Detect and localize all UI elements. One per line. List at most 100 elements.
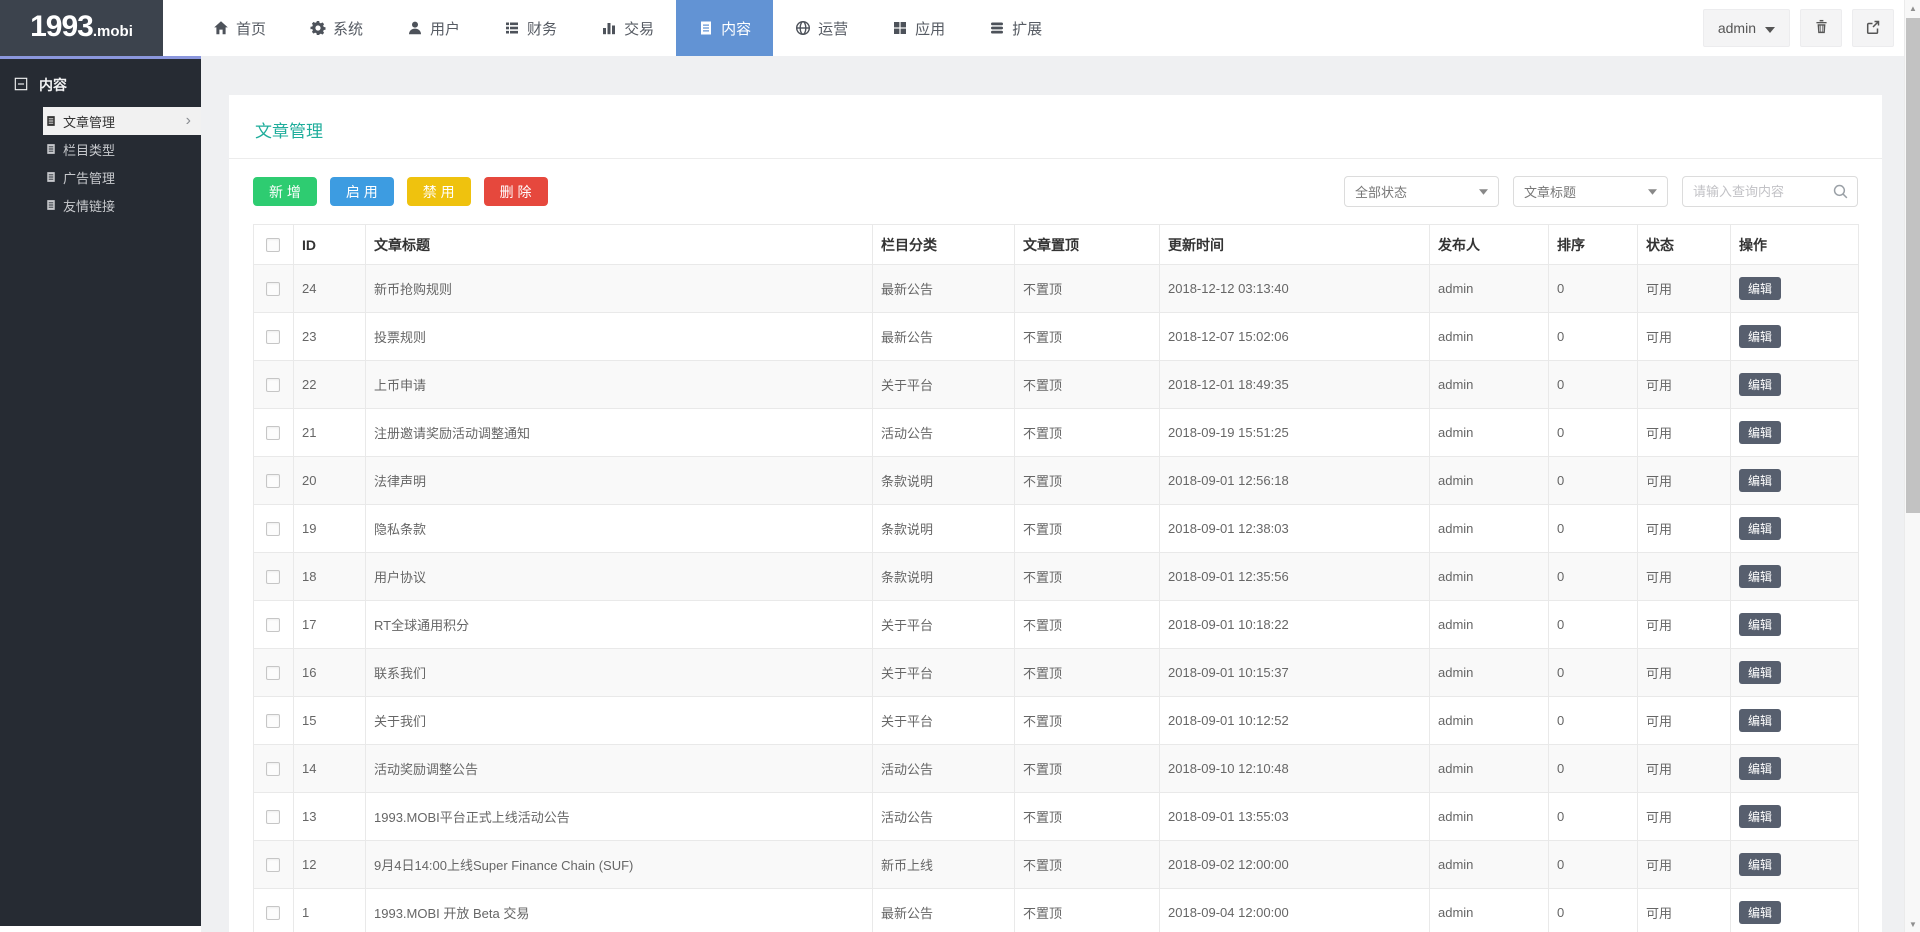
select-all-checkbox[interactable] [266,237,280,252]
cell-sort: 0 [1548,648,1638,697]
cell-id: 16 [293,648,366,697]
nav-item-首页[interactable]: 首页 [191,0,288,56]
row-checkbox[interactable] [266,617,280,632]
scroll-down-arrow[interactable]: ▼ [1905,916,1920,932]
cell-id: 12 [293,840,366,889]
table-row: 16 联系我们 关于平台 不置顶 2018-09-01 10:15:37 adm… [253,648,1859,697]
cell-title: 用户协议 [365,552,873,601]
row-checkbox[interactable] [266,569,280,584]
edit-button[interactable]: 编辑 [1739,325,1782,348]
column-header-ID: ID [293,224,366,265]
brand-logo[interactable]: 1993 .mobi [0,0,163,56]
search-icon[interactable] [1832,183,1849,205]
edit-button[interactable]: 编辑 [1739,517,1782,540]
nav-item-用户[interactable]: 用户 [385,0,482,56]
edit-button[interactable]: 编辑 [1739,613,1782,636]
row-checkbox[interactable] [266,329,280,344]
stack-icon [989,20,1005,36]
sidebar-item-栏目类型[interactable]: 栏目类型 › [43,135,201,163]
cell-updated: 2018-09-01 13:55:03 [1159,792,1430,841]
cell-updated: 2018-12-01 18:49:35 [1159,360,1430,409]
cell-publisher: admin [1429,408,1549,457]
edit-button[interactable]: 编辑 [1739,277,1782,300]
nav-item-交易[interactable]: 交易 [579,0,676,56]
sidebar-item-友情链接[interactable]: 友情链接 › [43,191,201,219]
cell-id: 17 [293,600,366,649]
column-header-更新时间: 更新时间 [1159,224,1430,265]
cell-pinned: 不置顶 [1014,264,1160,313]
scroll-up-arrow[interactable]: ▲ [1905,0,1920,16]
cell-status: 可用 [1637,360,1731,409]
cell-publisher: admin [1429,840,1549,889]
cell-publisher: admin [1429,504,1549,553]
nav-label: 扩展 [1012,20,1043,38]
vertical-scrollbar[interactable]: ▲ ▼ [1904,0,1920,932]
cell-title: 活动奖励调整公告 [365,744,873,793]
cell-publisher: admin [1429,648,1549,697]
row-checkbox[interactable] [266,281,280,296]
cell-pinned: 不置顶 [1014,360,1160,409]
row-checkbox[interactable] [266,377,280,392]
cell-pinned: 不置顶 [1014,456,1160,505]
cell-sort: 0 [1548,552,1638,601]
table-row: 20 法律声明 条款说明 不置顶 2018-09-01 12:56:18 adm… [253,456,1859,505]
row-checkbox[interactable] [266,857,280,872]
table-row: 18 用户协议 条款说明 不置顶 2018-09-01 12:35:56 adm… [253,552,1859,601]
scrollbar-thumb[interactable] [1906,18,1920,513]
row-checkbox[interactable] [266,905,280,920]
edit-button[interactable]: 编辑 [1739,853,1782,876]
cell-updated: 2018-09-01 10:18:22 [1159,600,1430,649]
edit-button[interactable]: 编辑 [1739,805,1782,828]
row-checkbox[interactable] [266,425,280,440]
field-select[interactable]: 文章标题 [1513,176,1668,207]
cell-status: 可用 [1637,408,1731,457]
edit-button[interactable]: 编辑 [1739,469,1782,492]
row-checkbox[interactable] [266,665,280,680]
cell-publisher: admin [1429,552,1549,601]
nav-label: 系统 [333,20,364,38]
nav-item-扩展[interactable]: 扩展 [967,0,1064,56]
edit-button[interactable]: 编辑 [1739,709,1782,732]
edit-button[interactable]: 编辑 [1739,373,1782,396]
sidebar-section-content[interactable]: 内容 [0,59,201,107]
row-checkbox[interactable] [266,713,280,728]
row-checkbox[interactable] [266,809,280,824]
status-select[interactable]: 全部状态 [1344,176,1499,207]
nav-item-财务[interactable]: 财务 [482,0,579,56]
nav-item-内容[interactable]: 内容 [676,0,774,56]
action-button-删除[interactable]: 删 除 [483,177,548,206]
row-checkbox[interactable] [266,761,280,776]
main-area: 文章管理 新 增 启 用 禁 用 删 除 全部状态 文章标题 请输入查询内容 I… [201,56,1904,932]
action-button-禁用[interactable]: 禁 用 [406,177,471,206]
cell-sort: 0 [1548,456,1638,505]
edit-button[interactable]: 编辑 [1739,757,1782,780]
sidebar-item-广告管理[interactable]: 广告管理 › [43,163,201,191]
edit-button[interactable]: 编辑 [1739,901,1782,924]
cell-pinned: 不置顶 [1014,408,1160,457]
action-button-新增[interactable]: 新 增 [253,177,317,206]
action-buttons: 新 增 启 用 禁 用 删 除 [253,177,548,206]
logout-button[interactable] [1852,9,1894,47]
cell-title: 投票规则 [365,312,873,361]
nav-label: 财务 [527,20,558,38]
user-menu-button[interactable]: admin [1702,9,1790,47]
edit-button[interactable]: 编辑 [1739,421,1782,444]
edit-button[interactable]: 编辑 [1739,661,1782,684]
sidebar-item-label: 友情链接 [63,198,116,214]
cell-updated: 2018-12-12 03:13:40 [1159,264,1430,313]
row-checkbox[interactable] [266,473,280,488]
cell-category: 最新公告 [872,888,1015,932]
nav-item-应用[interactable]: 应用 [870,0,967,56]
trash-button[interactable] [1800,9,1842,47]
cell-sort: 0 [1548,840,1638,889]
nav-item-系统[interactable]: 系统 [288,0,385,56]
nav-item-运营[interactable]: 运营 [773,0,870,56]
cell-title: 隐私条款 [365,504,873,553]
edit-button[interactable]: 编辑 [1739,565,1782,588]
cell-updated: 2018-09-01 10:15:37 [1159,648,1430,697]
document-icon [45,199,57,211]
row-checkbox[interactable] [266,521,280,536]
action-button-启用[interactable]: 启 用 [329,177,394,206]
cell-pinned: 不置顶 [1014,600,1160,649]
sidebar-item-文章管理[interactable]: 文章管理 › [43,107,201,135]
